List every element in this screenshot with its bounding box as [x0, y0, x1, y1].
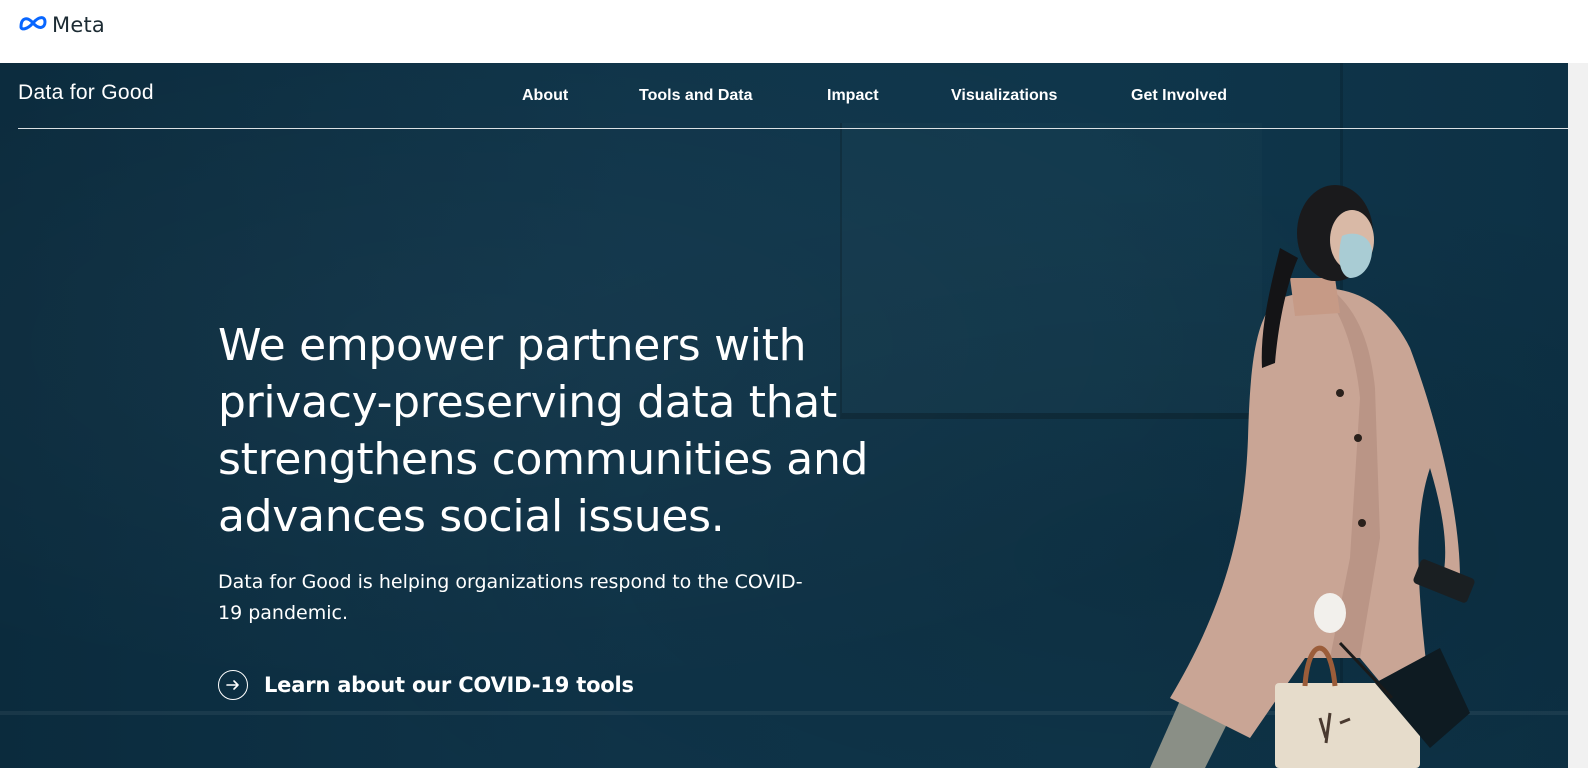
cta-label: Learn about our COVID-19 tools	[264, 673, 634, 697]
meta-top-bar: Meta	[0, 0, 1588, 63]
nav-item-impact[interactable]: Impact	[827, 87, 879, 105]
site-brand-link[interactable]: Data for Good	[18, 81, 154, 105]
covid-tools-link[interactable]: Learn about our COVID-19 tools	[218, 670, 634, 700]
meta-logo[interactable]: Meta	[18, 13, 105, 37]
nav-item-visualizations[interactable]: Visualizations	[951, 87, 1057, 105]
hero-subtext: Data for Good is helping organizations r…	[218, 571, 803, 624]
walking-woman-image	[1150, 185, 1475, 768]
nav-item-about[interactable]: About	[522, 87, 568, 105]
arrow-right-circle-icon	[218, 670, 248, 700]
meta-infinity-icon	[18, 14, 48, 37]
page-scrollbar[interactable]	[1568, 63, 1588, 768]
meta-logo-text: Meta	[52, 13, 105, 37]
nav-item-tools-and-data[interactable]: Tools and Data	[639, 87, 753, 105]
hero-headline: We empower partners with privacy-preserv…	[218, 320, 869, 542]
nav-divider	[18, 128, 1568, 129]
hero-section: Data for Good About Tools and Data Impac…	[0, 63, 1568, 768]
nav-item-get-involved[interactable]: Get Involved	[1131, 87, 1227, 105]
